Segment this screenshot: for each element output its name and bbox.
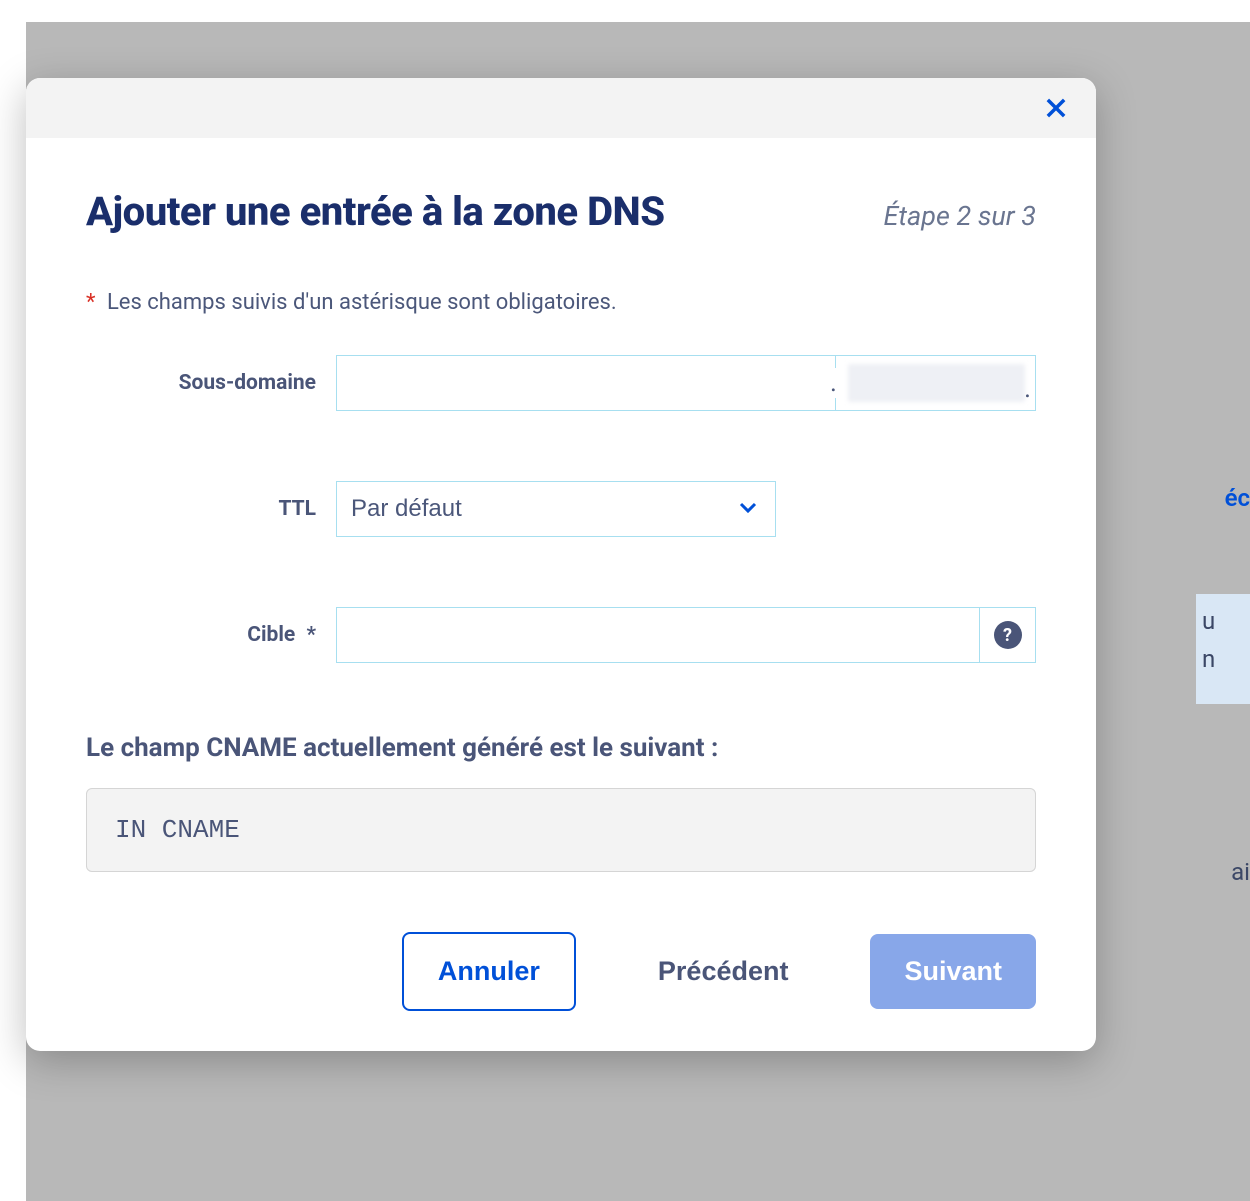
help-icon: ?	[994, 621, 1022, 649]
label-ttl: TTL	[86, 497, 336, 521]
modal-dialog: Ajouter une entrée à la zone DNS Étape 2…	[26, 78, 1096, 1051]
label-cible: Cible *	[86, 623, 336, 647]
ttl-select[interactable]	[336, 481, 776, 537]
cancel-button[interactable]: Annuler	[402, 932, 576, 1011]
form-row-subdomain: Sous-domaine . .	[86, 355, 1036, 411]
modal-body: Ajouter une entrée à la zone DNS Étape 2…	[26, 138, 1096, 1051]
asterisk-icon: *	[86, 290, 95, 315]
required-note-text: Les champs suivis d'un astérisque sont o…	[107, 290, 617, 315]
domain-trailing-dot: .	[1024, 374, 1031, 404]
required-note: * Les champs suivis d'un astérisque sont…	[86, 290, 1036, 315]
prev-button[interactable]: Précédent	[624, 934, 823, 1009]
modal-title: Ajouter une entrée à la zone DNS	[86, 188, 665, 235]
cible-input-group: ?	[336, 607, 1036, 663]
generated-field-value: IN CNAME	[86, 788, 1036, 872]
modal-overlay: Ajouter une entrée à la zone DNS Étape 2…	[0, 0, 1250, 1201]
modal-header	[26, 78, 1096, 138]
label-cible-required: *	[306, 623, 316, 647]
close-icon	[1042, 94, 1070, 122]
label-subdomain: Sous-domaine	[86, 371, 336, 395]
form-row-cible: Cible * ?	[86, 607, 1036, 663]
step-indicator: Étape 2 sur 3	[884, 200, 1036, 232]
subdomain-input[interactable]	[336, 355, 836, 411]
domain-blurred	[848, 364, 1025, 402]
domain-suffix-display: . .	[836, 355, 1036, 411]
label-cible-text: Cible	[247, 623, 295, 647]
subdomain-input-group: . .	[336, 355, 1036, 411]
generated-field-label: Le champ CNAME actuellement généré est l…	[86, 733, 1036, 763]
form-row-ttl: TTL	[86, 481, 1036, 537]
next-button[interactable]: Suivant	[870, 934, 1036, 1009]
modal-footer: Annuler Précédent Suivant	[86, 932, 1036, 1011]
domain-dot: .	[830, 368, 837, 398]
close-button[interactable]	[1036, 88, 1076, 128]
help-button[interactable]: ?	[980, 607, 1036, 663]
cible-input[interactable]	[336, 607, 980, 663]
ttl-select-wrapper	[336, 481, 776, 537]
title-row: Ajouter une entrée à la zone DNS Étape 2…	[86, 188, 1036, 235]
